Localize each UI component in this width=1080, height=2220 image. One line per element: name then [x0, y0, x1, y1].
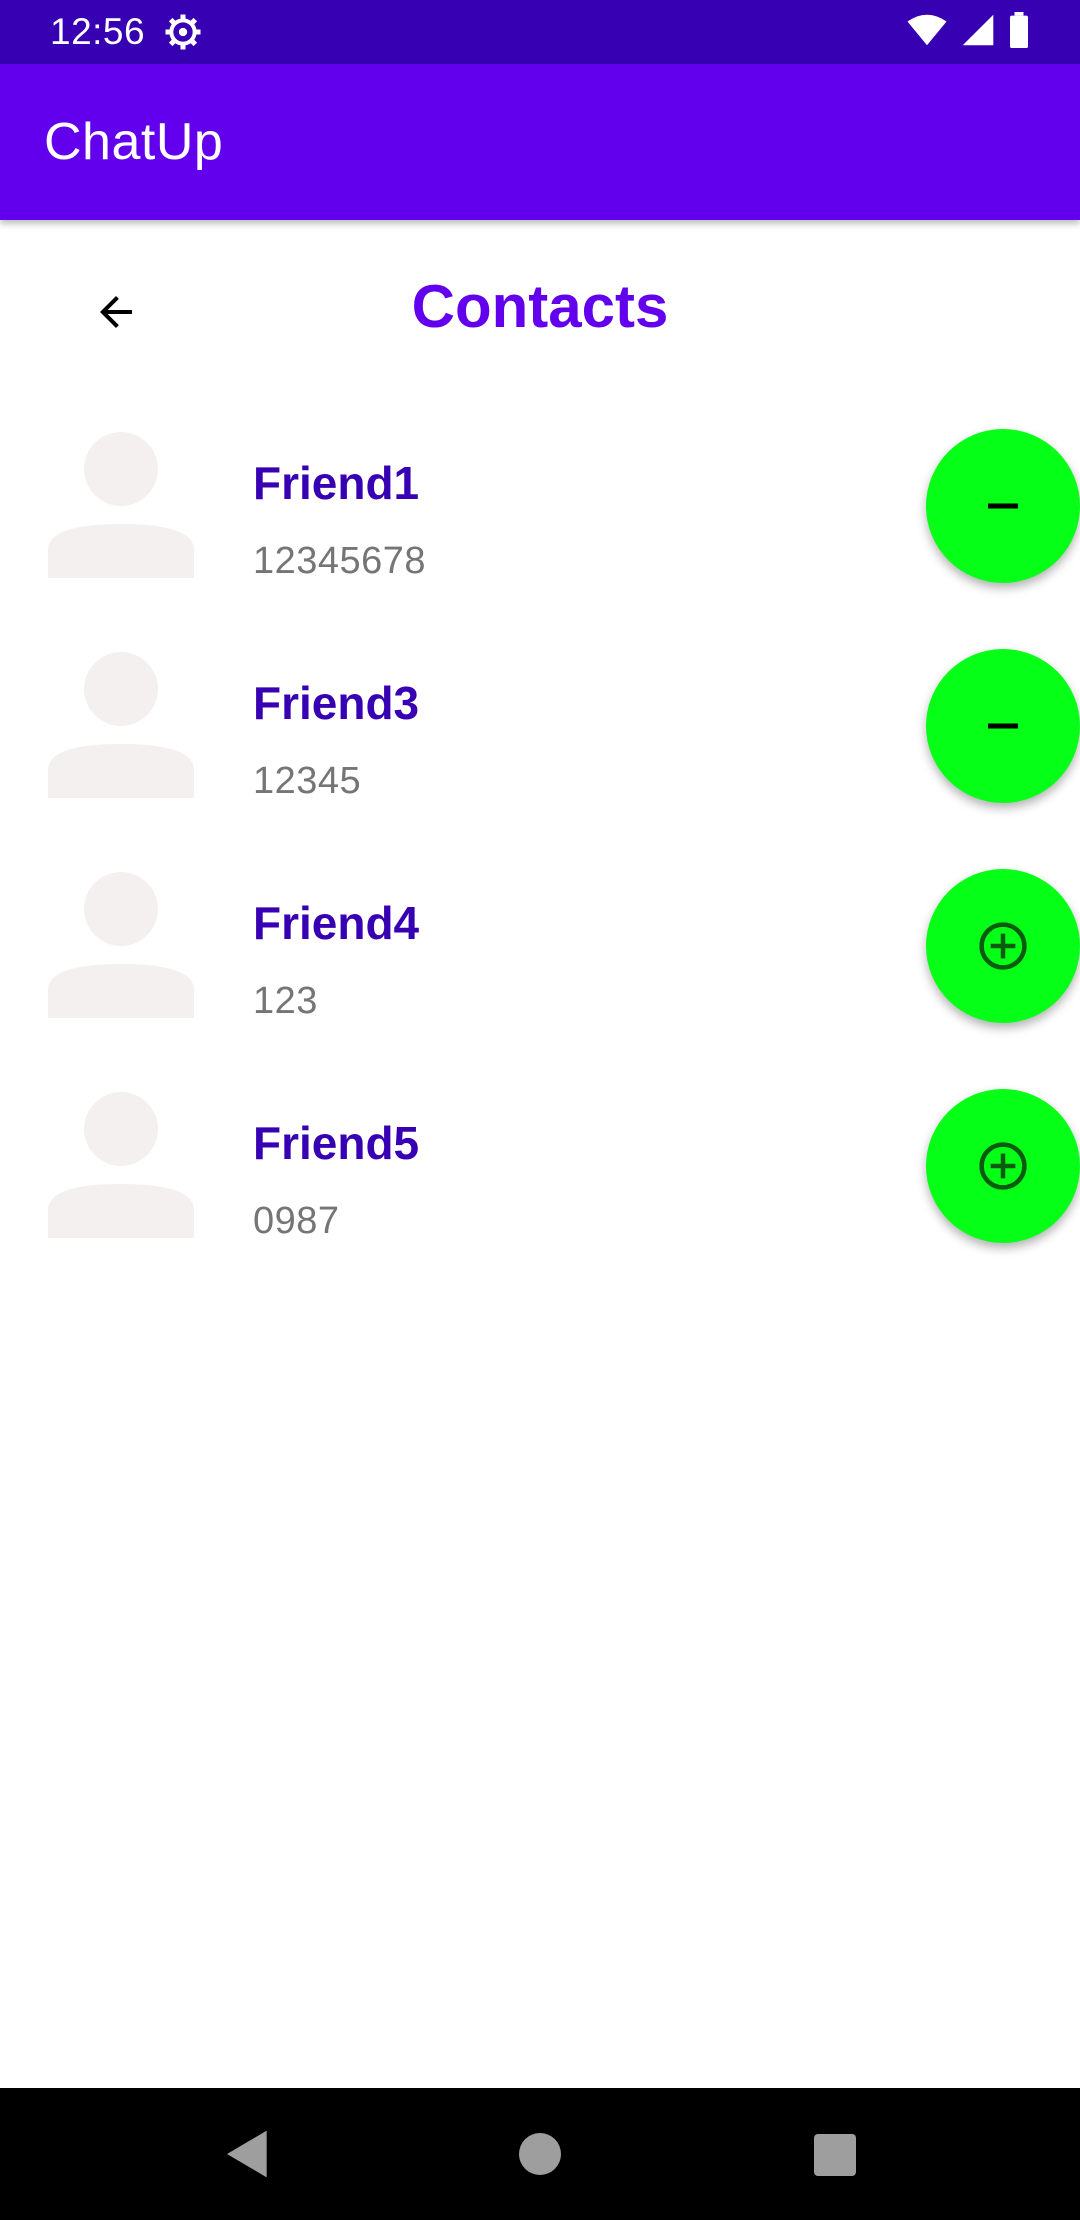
contact-row[interactable]: Friend1 12345678	[0, 420, 1080, 640]
plus-circle-icon	[979, 1142, 1027, 1190]
signal-icon	[960, 13, 996, 52]
add-contact-button[interactable]	[926, 869, 1080, 1023]
contact-name: Friend3	[253, 677, 420, 729]
contact-name: Friend4	[253, 897, 420, 949]
app-title: ChatUp	[44, 113, 224, 171]
contact-row[interactable]: Friend3 12345	[0, 640, 1080, 860]
page-title: Contacts	[411, 273, 669, 340]
wifi-icon	[906, 13, 948, 52]
contacts-header: Contacts	[0, 236, 1080, 386]
contact-list: Friend1 12345678 Friend3 12345 Friend4 1…	[0, 420, 1080, 1300]
avatar-icon	[48, 432, 194, 578]
contact-phone: 12345	[253, 760, 362, 802]
nav-home-icon[interactable]	[519, 2133, 561, 2175]
system-nav-bar	[0, 2088, 1080, 2220]
settings-gear-icon	[163, 12, 203, 52]
status-bar: 12:56	[0, 0, 1080, 64]
plus-circle-icon	[979, 922, 1027, 970]
contact-row[interactable]: Friend5 0987	[0, 1080, 1080, 1300]
add-contact-button[interactable]	[926, 1089, 1080, 1243]
avatar-icon	[48, 872, 194, 1018]
nav-back-icon[interactable]	[220, 2126, 276, 2182]
remove-contact-button[interactable]	[926, 649, 1080, 803]
contact-row[interactable]: Friend4 123	[0, 860, 1080, 1080]
avatar-icon	[48, 1092, 194, 1238]
avatar-icon	[48, 652, 194, 798]
minus-icon	[988, 503, 1018, 509]
status-icons	[906, 11, 1030, 53]
app-bar: ChatUp	[0, 64, 1080, 220]
contact-phone: 12345678	[253, 540, 427, 582]
status-time: 12:56	[50, 11, 146, 52]
nav-recents-icon[interactable]	[814, 2134, 856, 2176]
contact-phone: 0987	[253, 1200, 340, 1242]
contact-name: Friend5	[253, 1117, 420, 1169]
remove-contact-button[interactable]	[926, 429, 1080, 583]
battery-icon	[1008, 11, 1030, 53]
contact-name: Friend1	[253, 457, 420, 509]
contact-phone: 123	[253, 980, 318, 1022]
minus-icon	[988, 723, 1018, 729]
